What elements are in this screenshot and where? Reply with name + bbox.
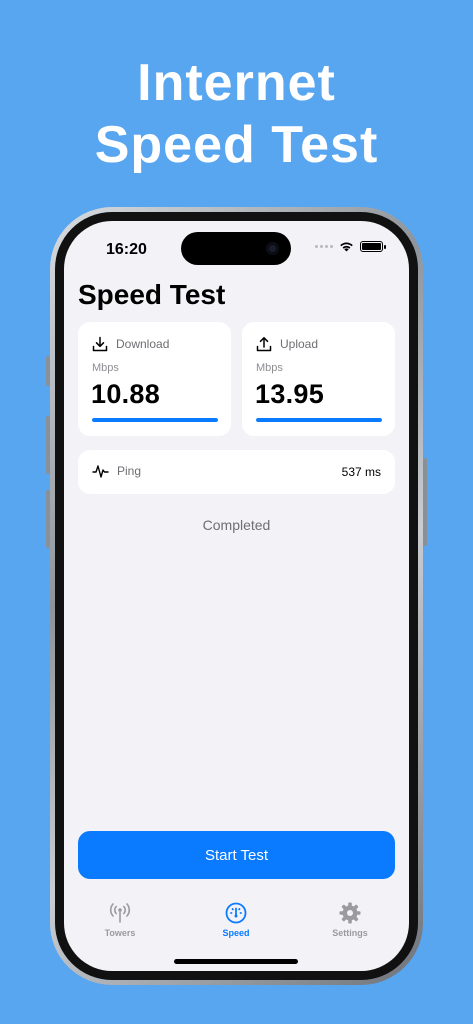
- tab-speed-label: Speed: [222, 928, 250, 938]
- page-title: Speed Test: [78, 279, 226, 310]
- upload-value: 13.95: [255, 379, 325, 409]
- ping-label: Ping: [117, 464, 142, 478]
- tab-settings[interactable]: Settings: [310, 901, 390, 938]
- tab-bar: Towers Speed Settings: [64, 901, 409, 941]
- promo-headline: Internet Speed Test: [0, 52, 473, 176]
- phone-bezel: 16:20 Speed Test Download Mbps 10.88 Upl…: [55, 212, 418, 980]
- upload-label: Upload: [280, 337, 319, 351]
- download-value: 10.88: [91, 379, 161, 409]
- ping-card: Ping 537 ms: [78, 450, 395, 494]
- wifi-icon: [340, 242, 353, 252]
- upload-card: Upload Mbps 13.95: [242, 322, 395, 436]
- upload-unit: Mbps: [256, 362, 283, 374]
- test-status: Completed: [202, 517, 271, 533]
- camera-icon: [266, 242, 279, 255]
- gear-icon: [339, 902, 361, 924]
- phone-frame: 16:20 Speed Test Download Mbps 10.88 Upl…: [50, 207, 423, 985]
- power-button: [423, 458, 427, 546]
- pulse-icon: [92, 465, 109, 478]
- antenna-icon: [109, 903, 131, 923]
- download-progress-bar: [92, 418, 218, 422]
- dynamic-island: [181, 232, 291, 265]
- download-progress-fill: [92, 418, 218, 422]
- upload-icon: [256, 337, 272, 352]
- upload-progress-fill: [256, 418, 382, 422]
- headline-line-1: Internet: [137, 54, 336, 112]
- speedometer-icon: [225, 902, 247, 924]
- download-icon: [92, 336, 108, 352]
- status-icons: [315, 241, 386, 252]
- tab-speed[interactable]: Speed: [196, 901, 276, 938]
- tab-towers[interactable]: Towers: [80, 901, 160, 938]
- download-label: Download: [116, 337, 170, 351]
- tab-towers-label: Towers: [104, 928, 136, 938]
- headline-line-2: Speed Test: [94, 116, 379, 174]
- status-time: 16:20: [106, 241, 147, 258]
- ping-value: 537 ms: [341, 465, 381, 479]
- cellular-signal-icon: [315, 245, 333, 248]
- battery-icon: [360, 241, 386, 252]
- phone-screen: 16:20 Speed Test Download Mbps 10.88 Upl…: [64, 221, 409, 971]
- download-unit: Mbps: [92, 362, 119, 374]
- tab-settings-label: Settings: [332, 928, 368, 938]
- upload-progress-bar: [256, 418, 382, 422]
- start-test-button[interactable]: Start Test: [78, 831, 395, 879]
- home-indicator: [174, 959, 298, 964]
- download-card: Download Mbps 10.88: [78, 322, 231, 436]
